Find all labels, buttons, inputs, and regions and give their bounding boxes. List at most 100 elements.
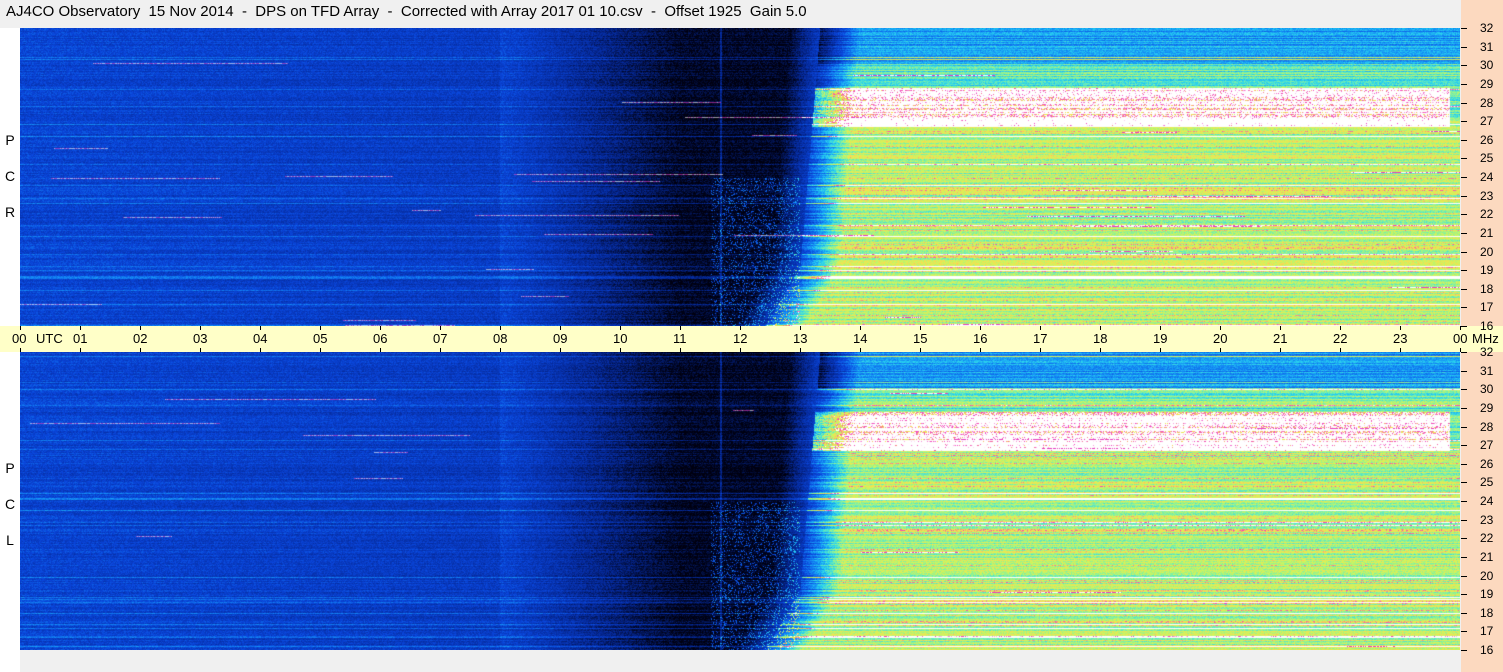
time-axis-tick (860, 326, 861, 330)
frequency-label: 17 (1480, 624, 1494, 638)
frequency-tick (1461, 177, 1467, 178)
frequency-tick (1461, 289, 1467, 290)
lcp-label-p: P (5, 460, 15, 476)
frequency-tick (1461, 307, 1467, 308)
frequency-label: 27 (1480, 438, 1494, 452)
time-axis-tick (500, 326, 501, 330)
frequency-tick (1461, 650, 1467, 651)
frequency-label: 24 (1480, 494, 1494, 508)
frequency-label: 18 (1480, 282, 1494, 296)
time-axis-label: 15 (913, 331, 928, 346)
lcp-spectrogram-canvas (20, 352, 1460, 650)
time-axis-label: 01 (73, 331, 88, 346)
frequency-label: 28 (1480, 420, 1494, 434)
time-axis: 00 UTC 01 02 03 04 05 06 07 08 09 10 11 12 13 14 15 16 17 1… (0, 326, 1503, 352)
rcp-spectrogram-canvas (20, 28, 1460, 326)
time-axis-label: 06 (373, 331, 388, 346)
time-axis-label: 07 (433, 331, 448, 346)
frequency-label: 18 (1480, 606, 1494, 620)
time-axis-tick (740, 326, 741, 330)
frequency-label: 19 (1480, 263, 1494, 277)
frequency-label: 21 (1480, 226, 1494, 240)
frequency-tick (1461, 371, 1467, 372)
frequency-tick (1461, 631, 1467, 632)
time-axis-label: 05 (313, 331, 328, 346)
frequency-label: 25 (1480, 151, 1494, 165)
frequency-tick (1461, 389, 1467, 390)
time-axis-tick (680, 326, 681, 330)
time-axis-tick (560, 326, 561, 330)
rcp-label-c: C (4, 168, 16, 184)
frequency-tick (1461, 28, 1467, 29)
frequency-tick (1461, 557, 1467, 558)
frequency-tick (1461, 158, 1467, 159)
time-axis-label: 23 (1393, 331, 1408, 346)
rcp-label-p: P (5, 132, 15, 148)
time-axis-label: 14 (853, 331, 868, 346)
time-axis-tick (1040, 326, 1041, 330)
frequency-label: 22 (1480, 207, 1494, 221)
time-axis-label: 10 (613, 331, 628, 346)
time-axis-tick (1100, 326, 1101, 330)
frequency-tick (1461, 121, 1467, 122)
time-axis-tick (440, 326, 441, 330)
time-axis-tick (1220, 326, 1221, 330)
frequency-label: 16 (1480, 643, 1494, 657)
time-axis-tick (980, 326, 981, 330)
frequency-tick (1461, 103, 1467, 104)
time-axis-tick (1280, 326, 1281, 330)
lcp-label-l: L (6, 532, 14, 548)
frequency-label: 25 (1480, 475, 1494, 489)
frequency-label: 30 (1480, 382, 1494, 396)
frequency-tick (1461, 140, 1467, 141)
rcp-label-r: R (4, 204, 16, 220)
frequency-tick (1461, 594, 1467, 595)
frequency-label: 21 (1480, 550, 1494, 564)
time-axis-label: 04 (253, 331, 268, 346)
frequency-label: 17 (1480, 300, 1494, 314)
frequency-label: 20 (1480, 569, 1494, 583)
frequency-label: 27 (1480, 114, 1494, 128)
time-axis-label: 00 (12, 331, 27, 346)
time-axis-label: UTC (36, 331, 63, 346)
time-axis-label: 11 (673, 331, 687, 346)
frequency-tick (1461, 65, 1467, 66)
frequency-tick (1461, 47, 1467, 48)
frequency-label: 22 (1480, 531, 1494, 545)
frequency-label: 28 (1480, 96, 1494, 110)
lcp-spectrogram (20, 352, 1460, 650)
frequency-label: 32 (1480, 21, 1494, 35)
frequency-tick (1461, 576, 1467, 577)
time-axis-label: 22 (1333, 331, 1348, 346)
frequency-label: 32 (1480, 345, 1494, 359)
time-axis-label: 12 (733, 331, 748, 346)
frequency-tick (1461, 501, 1467, 502)
frequency-label: 24 (1480, 170, 1494, 184)
time-axis-tick (1160, 326, 1161, 330)
frequency-label: 29 (1480, 77, 1494, 91)
frequency-tick (1461, 613, 1467, 614)
time-axis-tick (920, 326, 921, 330)
frequency-tick (1461, 326, 1467, 327)
frequency-label: 16 (1480, 319, 1494, 333)
time-axis-label: 13 (793, 331, 808, 346)
lcp-label-c: C (4, 496, 16, 512)
time-axis-label: 09 (553, 331, 568, 346)
frequency-label: 31 (1480, 364, 1494, 378)
frequency-label: 29 (1480, 401, 1494, 415)
frequency-label: 26 (1480, 457, 1494, 471)
time-axis-label: 19 (1153, 331, 1168, 346)
time-axis-label: 02 (133, 331, 148, 346)
rcp-spectrogram (20, 28, 1460, 326)
frequency-tick (1461, 214, 1467, 215)
frequency-label: 23 (1480, 513, 1494, 527)
frequency-tick (1461, 196, 1467, 197)
time-axis-tick (140, 326, 141, 330)
time-axis-label: 00 (1453, 331, 1468, 346)
frequency-label: 31 (1480, 40, 1494, 54)
time-axis-label: 21 (1273, 331, 1288, 346)
time-axis-label: 08 (493, 331, 508, 346)
time-axis-label: 18 (1093, 331, 1108, 346)
time-axis-label: 16 (973, 331, 988, 346)
frequency-tick (1461, 520, 1467, 521)
